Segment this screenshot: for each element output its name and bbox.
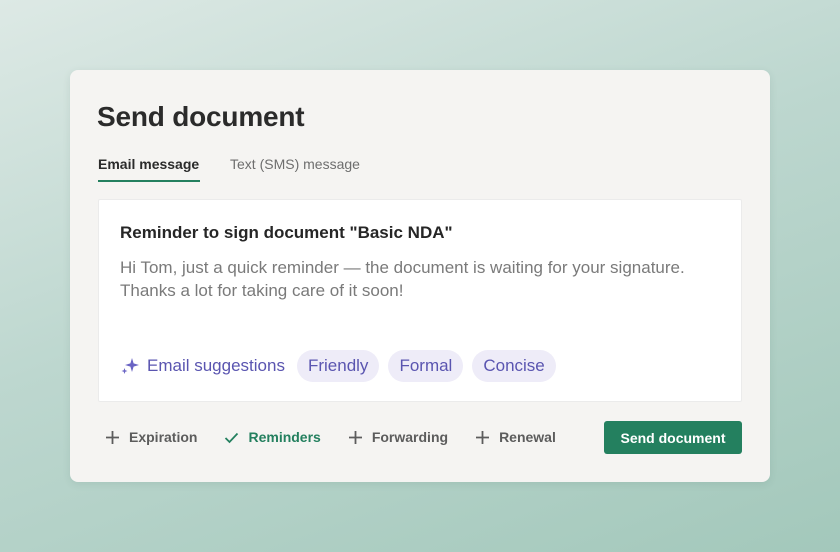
- forwarding-option[interactable]: Forwarding: [347, 429, 448, 446]
- reminders-label: Reminders: [248, 429, 321, 445]
- check-icon: [223, 429, 240, 446]
- renewal-option[interactable]: Renewal: [474, 429, 556, 446]
- expiration-label: Expiration: [129, 429, 198, 445]
- tab-email-message[interactable]: Email message: [98, 156, 201, 182]
- send-document-dialog: Send document Email message Text (SMS) m…: [70, 70, 770, 482]
- plus-icon: [104, 429, 121, 446]
- dialog-title: Send document: [97, 101, 305, 132]
- email-message-editor[interactable]: Reminder to sign document "Basic NDA" Hi…: [98, 199, 742, 402]
- expiration-option[interactable]: Expiration: [104, 429, 197, 446]
- tab-sms-message[interactable]: Text (SMS) message: [230, 156, 360, 172]
- suggestion-chip-friendly[interactable]: Friendly: [296, 350, 380, 382]
- document-options: Expiration Reminders Forwarding Renewal: [104, 427, 582, 447]
- suggestion-chip-concise[interactable]: Concise: [472, 350, 556, 382]
- renewal-label: Renewal: [499, 429, 556, 445]
- email-suggestions-bar: Email suggestions Friendly Formal Concis…: [120, 350, 565, 382]
- suggestion-chip-formal[interactable]: Formal: [388, 350, 464, 382]
- plus-icon: [347, 429, 364, 446]
- plus-icon: [474, 429, 491, 446]
- email-body[interactable]: Hi Tom, just a quick reminder — the docu…: [120, 256, 720, 302]
- send-document-button[interactable]: Send document: [604, 421, 742, 454]
- email-suggestions-button[interactable]: Email suggestions: [147, 356, 285, 376]
- sparkle-icon: [120, 356, 140, 376]
- email-subject[interactable]: Reminder to sign document "Basic NDA": [120, 223, 453, 243]
- reminders-option[interactable]: Reminders: [223, 429, 321, 446]
- forwarding-label: Forwarding: [371, 429, 449, 445]
